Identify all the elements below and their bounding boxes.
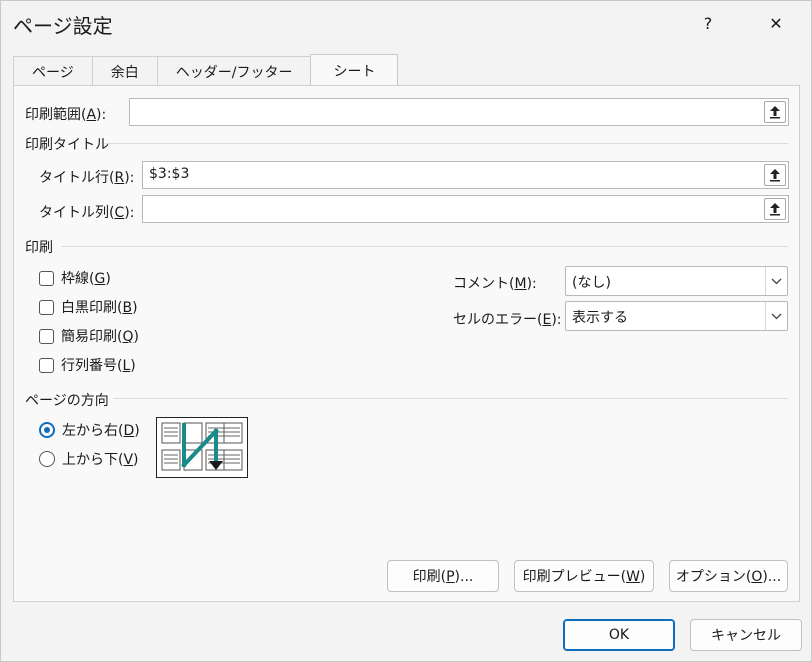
print-area-label: 印刷範囲(A): (25, 107, 107, 123)
print-button[interactable]: 印刷(P)... (387, 560, 499, 592)
checkbox-box[interactable] (39, 270, 54, 286)
cell-errors-select[interactable]: 表示する (565, 301, 788, 331)
close-button[interactable]: ✕ (761, 9, 791, 37)
tab-margins[interactable]: 余白 (91, 56, 158, 86)
checkbox-box[interactable] (39, 299, 54, 315)
comments-value: (なし) (572, 275, 611, 291)
close-icon: ✕ (769, 13, 783, 33)
print-group-label: 印刷 (25, 240, 53, 256)
ok-button[interactable]: OK (563, 619, 675, 651)
radio-circle[interactable] (39, 451, 55, 467)
tab-strip: ページ 余白 ヘッダー/フッター シート (13, 54, 399, 86)
divider (105, 143, 788, 144)
draft-quality-checkbox[interactable]: 簡易印刷(Q) (39, 326, 139, 346)
down-then-over-radio[interactable]: 上から下(V) (39, 449, 139, 469)
help-button[interactable]: ? (693, 9, 723, 37)
black-white-label: 白黒印刷(B) (61, 300, 138, 316)
comments-select[interactable]: (なし) (565, 266, 788, 296)
title-cols-collapse-button[interactable] (764, 198, 786, 220)
options-button[interactable]: オプション(O)... (669, 560, 788, 592)
over-then-down-radio[interactable]: 左から右(D) (39, 420, 140, 440)
cancel-button[interactable]: キャンセル (690, 619, 802, 651)
chevron-down-icon[interactable] (765, 267, 787, 295)
tab-header-footer[interactable]: ヘッダー/フッター (156, 56, 312, 86)
title-cols-label: タイトル列(C): (39, 205, 135, 221)
chevron-down-icon[interactable] (765, 302, 787, 330)
collapse-dialog-icon (770, 169, 780, 182)
draft-quality-label: 簡易印刷(Q) (61, 329, 139, 345)
black-white-checkbox[interactable]: 白黒印刷(B) (39, 297, 138, 317)
print-titles-group-label: 印刷タイトル (25, 137, 109, 153)
title-rows-value: $3:$3 (149, 166, 190, 182)
page-setup-dialog: ページ設定 ? ✕ ページ 余白 ヘッダー/フッター シート 印刷範囲(A): … (0, 0, 812, 662)
radio-circle[interactable] (39, 422, 55, 438)
down-then-over-label: 上から下(V) (62, 452, 139, 468)
divider (113, 398, 788, 399)
cell-errors-label: セルのエラー(E): (453, 312, 562, 328)
collapse-dialog-icon (770, 203, 780, 216)
print-area-input[interactable] (129, 98, 789, 126)
cell-errors-value: 表示する (572, 310, 628, 326)
options-button-label: オプション(O)... (675, 569, 782, 585)
help-icon: ? (703, 13, 713, 33)
comments-label: コメント(M): (453, 276, 537, 292)
page-order-diagram (156, 417, 248, 478)
tab-page[interactable]: ページ (13, 56, 93, 86)
title-rows-collapse-button[interactable] (764, 164, 786, 186)
collapse-dialog-icon (770, 106, 780, 119)
gridlines-label: 枠線(G) (61, 271, 111, 287)
row-col-headings-label: 行列番号(L) (61, 358, 136, 374)
checkbox-box[interactable] (39, 357, 54, 373)
divider (61, 246, 788, 247)
title-rows-label: タイトル行(R): (39, 170, 135, 186)
print-preview-button-label: 印刷プレビュー(W) (522, 569, 646, 585)
print-area-collapse-button[interactable] (764, 101, 786, 123)
tab-sheet[interactable]: シート (310, 54, 399, 86)
dialog-title: ページ設定 (13, 14, 113, 38)
over-then-down-label: 左から右(D) (62, 423, 140, 439)
print-preview-button[interactable]: 印刷プレビュー(W) (514, 560, 654, 592)
row-col-headings-checkbox[interactable]: 行列番号(L) (39, 355, 136, 375)
title-rows-input[interactable]: $3:$3 (142, 161, 789, 189)
page-order-group-label: ページの方向 (25, 393, 109, 409)
title-cols-input[interactable] (142, 195, 789, 223)
gridlines-checkbox[interactable]: 枠線(G) (39, 268, 111, 288)
print-button-label: 印刷(P)... (412, 569, 474, 585)
checkbox-box[interactable] (39, 328, 54, 344)
